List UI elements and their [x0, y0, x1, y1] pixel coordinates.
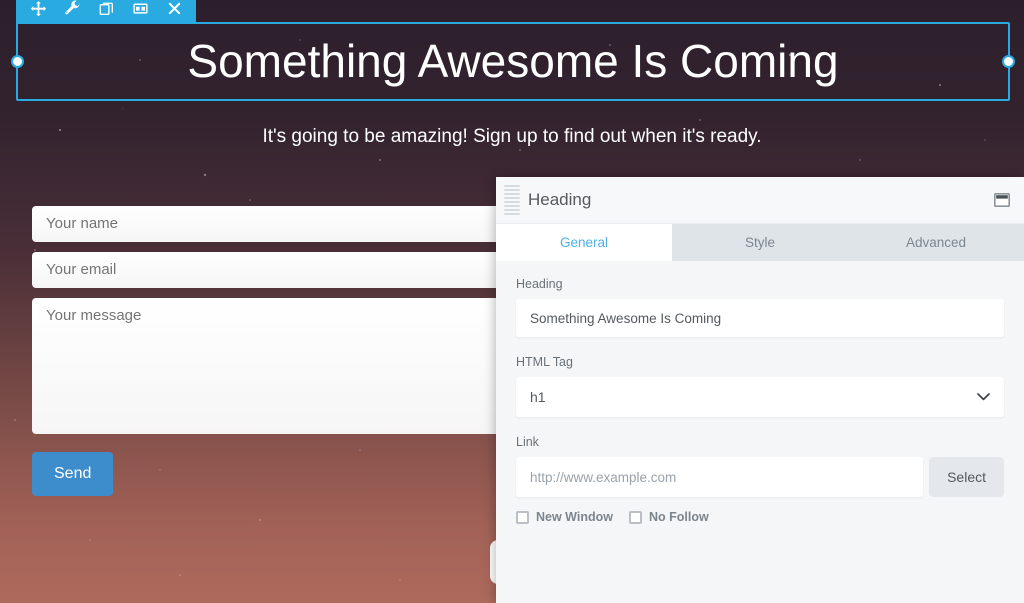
columns-icon[interactable] [124, 0, 156, 24]
no-follow-label: No Follow [648, 510, 709, 524]
close-icon[interactable] [158, 0, 190, 24]
checkbox-box [628, 510, 642, 524]
heading-field-group: Heading [516, 277, 1004, 337]
minimize-window-icon[interactable] [994, 193, 1010, 207]
panel-body: Heading HTML Tag h1 Link Select [496, 261, 1024, 603]
link-options: New Window No Follow [516, 510, 1004, 524]
new-window-checkbox[interactable]: New Window [516, 510, 613, 524]
new-window-label: New Window [536, 510, 613, 524]
html-tag-field-group: HTML Tag h1 [516, 355, 1004, 417]
tab-style[interactable]: Style [672, 224, 848, 261]
heading-settings-panel: Heading General Style Advanced Heading H… [496, 177, 1024, 603]
html-tag-select[interactable]: h1 [516, 377, 1004, 417]
heading-text-input[interactable] [516, 299, 1004, 337]
no-follow-checkbox[interactable]: No Follow [628, 510, 709, 524]
tab-advanced[interactable]: Advanced [848, 224, 1024, 261]
move-icon[interactable] [22, 0, 54, 24]
html-tag-field-label: HTML Tag [516, 355, 573, 369]
element-toolbar [16, 0, 196, 24]
panel-header: Heading [496, 177, 1024, 224]
heading-field-label: Heading [516, 277, 563, 291]
checkbox-box [516, 510, 529, 524]
link-field-group: Link Select New Window No Follow [516, 435, 1004, 524]
panel-tabs: General Style Advanced [496, 224, 1024, 261]
tab-general[interactable]: General [496, 224, 672, 261]
resize-handle-right[interactable] [1002, 55, 1015, 68]
send-button[interactable]: Send [32, 452, 114, 496]
drag-grip-icon[interactable] [504, 183, 520, 217]
element-selection-frame [11, 0, 1015, 101]
link-url-input[interactable] [516, 457, 924, 497]
link-field-label: Link [516, 435, 539, 449]
resize-handle-left[interactable] [11, 55, 24, 68]
panel-title: Heading [528, 190, 592, 209]
wrench-icon[interactable] [56, 0, 88, 24]
select-link-button[interactable]: Select [929, 457, 1004, 497]
duplicate-icon[interactable] [90, 0, 122, 24]
hero-subtitle: It's going to be amazing! Sign up to fin… [262, 126, 762, 147]
